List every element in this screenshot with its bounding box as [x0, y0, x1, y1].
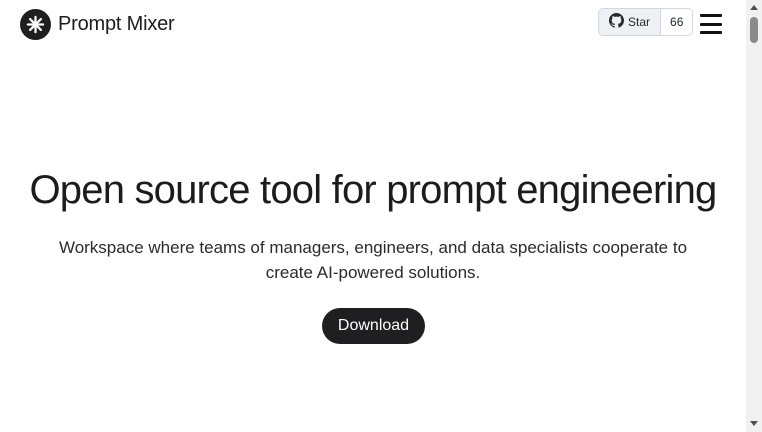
github-star-label: Star [628, 15, 651, 29]
scroll-thumb[interactable] [750, 17, 758, 43]
scroll-up-arrow-icon[interactable] [750, 5, 758, 10]
brand-name: Prompt Mixer [58, 13, 175, 35]
menu-bar [700, 22, 722, 26]
asterisk-logo-icon [20, 9, 51, 40]
main-content: Prompt Mixer Star 66 Open source tool fo… [0, 0, 746, 432]
hero-title: Open source tool for prompt engineering [29, 168, 717, 212]
header: Prompt Mixer Star 66 [0, 0, 746, 50]
github-icon [609, 13, 624, 31]
vertical-scrollbar[interactable] [746, 0, 762, 432]
github-star-widget: Star 66 [598, 8, 694, 36]
github-star-button[interactable]: Star [599, 9, 662, 35]
page: Prompt Mixer Star 66 Open source tool fo… [0, 0, 762, 432]
menu-bar [700, 14, 722, 17]
github-star-count[interactable]: 66 [661, 9, 693, 35]
brand-link[interactable]: Prompt Mixer [20, 9, 175, 40]
hamburger-menu-icon[interactable] [700, 14, 722, 34]
scroll-down-arrow-icon[interactable] [750, 421, 758, 426]
hero-subtitle: Workspace where teams of managers, engin… [58, 238, 688, 282]
download-button[interactable]: Download [322, 308, 425, 344]
menu-bar [700, 31, 722, 34]
